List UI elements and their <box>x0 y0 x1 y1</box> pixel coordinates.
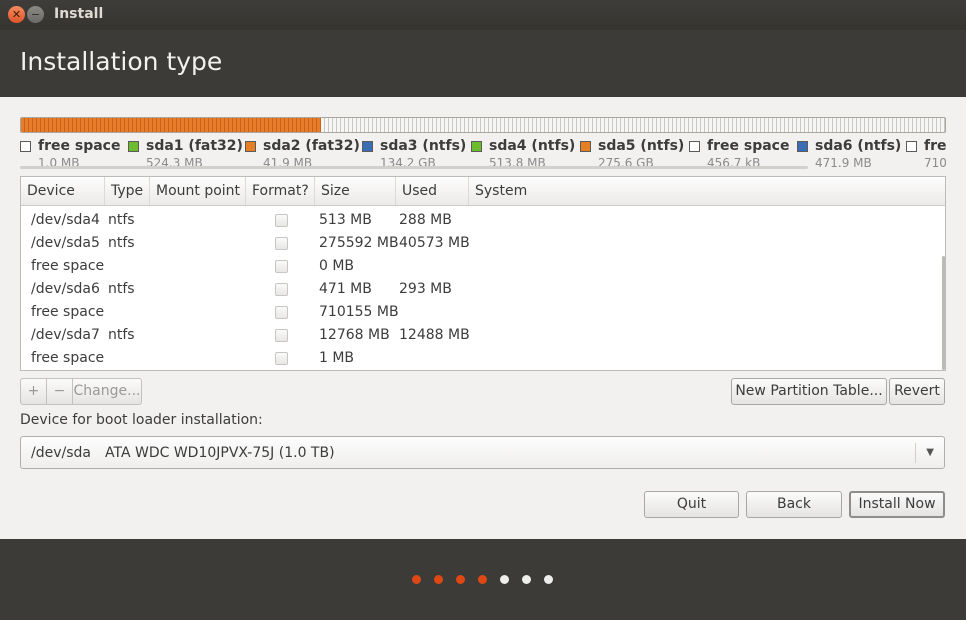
cell-device: free space <box>31 350 105 366</box>
bootloader-label: Device for boot loader installation: <box>20 412 263 428</box>
legend-size: 710 <box>924 156 946 170</box>
chevron-down-icon[interactable]: ▼ <box>926 447 934 458</box>
progress-dot-pending <box>544 575 553 584</box>
cell-size: 1 MB <box>319 350 355 366</box>
table-row[interactable]: /dev/sda7 ntfs 12768 MB 12488 MB <box>21 324 943 347</box>
legend-swatch <box>245 141 256 152</box>
format-checkbox[interactable] <box>275 352 288 365</box>
format-checkbox[interactable] <box>275 214 288 227</box>
legend-scrollbar[interactable] <box>20 166 808 169</box>
table-row[interactable]: /dev/sda6 ntfs 471 MB 293 MB <box>21 278 943 301</box>
legend-swatch <box>580 141 591 152</box>
progress-dot-pending <box>522 575 531 584</box>
combo-divider <box>915 443 916 463</box>
cell-used: 40573 MB <box>399 235 470 251</box>
cell-size: 0 MB <box>319 258 355 274</box>
cell-device: /dev/sda6 <box>31 281 100 297</box>
format-checkbox[interactable] <box>275 260 288 273</box>
revert-button[interactable]: Revert <box>889 378 945 405</box>
progress-dot-done <box>456 575 465 584</box>
table-scrollbar[interactable] <box>941 206 945 370</box>
format-checkbox[interactable] <box>275 306 288 319</box>
title-bar: ✕ − Install <box>0 0 966 30</box>
legend-swatch <box>128 141 139 152</box>
column-header-mount-point[interactable]: Mount point <box>150 177 246 205</box>
table-row[interactable]: /dev/sda4 ntfs 513 MB 288 MB <box>21 209 943 232</box>
close-icon[interactable]: ✕ <box>8 6 25 23</box>
cell-size: 471 MB <box>319 281 372 297</box>
cell-used: 288 MB <box>399 212 452 228</box>
table-scrollbar-thumb[interactable] <box>942 256 945 370</box>
legend-swatch <box>906 141 917 152</box>
format-checkbox[interactable] <box>275 237 288 250</box>
table-body: /dev/sda4 ntfs 513 MB 288 MB /dev/sda5 n… <box>21 206 943 370</box>
progress-dot-done <box>478 575 487 584</box>
partition-bar <box>20 117 946 133</box>
legend-size: 471.9 MB <box>815 156 872 170</box>
cell-device: free space <box>31 304 105 320</box>
partition-edit-group: + − Change... <box>20 378 142 405</box>
cell-device: /dev/sda7 <box>31 327 100 343</box>
table-row[interactable]: free space 710155 MB <box>21 301 943 324</box>
partition-table: Device Type Mount point Format? Size Use… <box>20 176 946 371</box>
legend-name: sda5 (ntfs) <box>598 138 685 154</box>
add-partition-button[interactable]: + <box>20 378 47 405</box>
legend-name: sda6 (ntfs) <box>815 138 902 154</box>
progress-dot-done <box>434 575 443 584</box>
table-row[interactable]: free space 1 MB <box>21 347 943 370</box>
legend-name: sda4 (ntfs) <box>489 138 576 154</box>
cell-size: 710155 MB <box>319 304 399 320</box>
install-now-button[interactable]: Install Now <box>849 491 945 518</box>
window-title: Install <box>54 6 104 22</box>
legend-swatch <box>689 141 700 152</box>
remove-partition-button[interactable]: − <box>46 378 73 405</box>
column-header-system[interactable]: System <box>469 177 945 205</box>
cell-used: 12488 MB <box>399 327 470 343</box>
legend-swatch <box>471 141 482 152</box>
quit-button[interactable]: Quit <box>644 491 739 518</box>
page-title: Installation type <box>20 47 223 76</box>
legend-swatch <box>797 141 808 152</box>
progress-dot-done <box>412 575 421 584</box>
page-header: Installation type <box>0 30 966 97</box>
column-header-device[interactable]: Device <box>21 177 105 205</box>
cell-used: 293 MB <box>399 281 452 297</box>
column-header-used[interactable]: Used <box>396 177 469 205</box>
partition-bar-segment-sda2 <box>21 118 321 132</box>
cell-type: ntfs <box>108 327 135 343</box>
column-header-format[interactable]: Format? <box>246 177 315 205</box>
cell-size: 275592 MB <box>319 235 399 251</box>
cell-device: /dev/sda4 <box>31 212 100 228</box>
cell-device: free space <box>31 258 105 274</box>
legend-swatch <box>20 141 31 152</box>
legend-name: free space <box>38 138 121 154</box>
back-button[interactable]: Back <box>746 491 842 518</box>
cell-size: 513 MB <box>319 212 372 228</box>
bootloader-device: /dev/sda <box>31 445 91 461</box>
minimize-icon[interactable]: − <box>27 6 44 23</box>
table-row[interactable]: /dev/sda5 ntfs 275592 MB 40573 MB <box>21 232 943 255</box>
cell-device: /dev/sda5 <box>31 235 100 251</box>
format-checkbox[interactable] <box>275 329 288 342</box>
legend-name: sda2 (fat32) <box>263 138 360 154</box>
table-row[interactable]: free space 0 MB <box>21 255 943 278</box>
column-header-size[interactable]: Size <box>315 177 396 205</box>
legend-name: sda1 (fat32) <box>146 138 243 154</box>
bootloader-model: ATA WDC WD10JPVX-75J (1.0 TB) <box>105 445 335 461</box>
bootloader-device-select[interactable]: /dev/sda ATA WDC WD10JPVX-75J (1.0 TB) ▼ <box>20 436 945 469</box>
legend-name: free space <box>707 138 790 154</box>
column-header-type[interactable]: Type <box>105 177 150 205</box>
legend-name: sda3 (ntfs) <box>380 138 467 154</box>
cell-type: ntfs <box>108 212 135 228</box>
legend-name: free space <box>924 138 946 154</box>
format-checkbox[interactable] <box>275 283 288 296</box>
new-partition-table-button[interactable]: New Partition Table... <box>731 378 887 405</box>
cell-size: 12768 MB <box>319 327 390 343</box>
legend-swatch <box>362 141 373 152</box>
cell-type: ntfs <box>108 281 135 297</box>
change-partition-button[interactable]: Change... <box>72 378 142 405</box>
progress-dot-pending <box>500 575 509 584</box>
table-header: Device Type Mount point Format? Size Use… <box>21 177 945 206</box>
cell-type: ntfs <box>108 235 135 251</box>
